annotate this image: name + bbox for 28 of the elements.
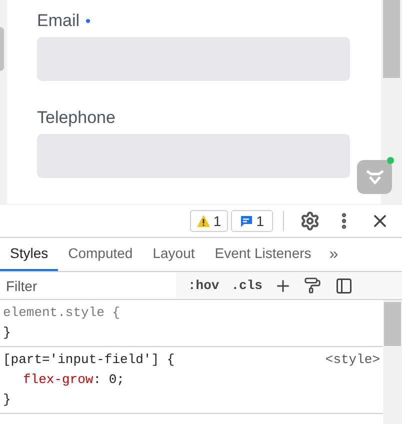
warning-icon (197, 215, 210, 227)
logo-icon (366, 169, 384, 185)
rule-selector: [part='input-field'] { (3, 351, 175, 369)
panel-tab[interactable]: Event Listeners (204, 238, 322, 271)
closing-brace: } (3, 324, 11, 342)
input-field[interactable] (37, 37, 350, 81)
rule-source-link[interactable]: <style> (325, 350, 380, 370)
scrollbar-thumb[interactable] (384, 302, 401, 346)
messages-button[interactable]: 1 (231, 210, 273, 232)
panel-tab[interactable]: Layout (142, 238, 205, 271)
filter-toggle[interactable]: .cls (231, 276, 262, 296)
style-declaration: flex-grow: 0; (23, 371, 124, 389)
input-field[interactable] (37, 134, 350, 178)
rule-selector: element.style { (3, 304, 120, 322)
scrollbar-thumb[interactable] (0, 27, 4, 71)
closing-brace: } (3, 391, 11, 409)
filter-toggle[interactable]: :hov (188, 276, 220, 296)
field-label: Telephone (37, 107, 116, 130)
message-icon (240, 214, 254, 228)
field-label: Email (37, 10, 80, 32)
warnings-button[interactable]: 1 (190, 210, 228, 232)
settings-icon[interactable] (300, 211, 320, 231)
sidebar-toggle-icon[interactable] (335, 276, 354, 294)
filter-field[interactable]: Filter (0, 272, 176, 298)
paint-roller-icon[interactable] (304, 277, 322, 294)
more-tabs-button[interactable]: » (321, 238, 346, 271)
scrollbar-thumb[interactable] (383, 0, 400, 78)
panel-tab[interactable]: Computed (58, 238, 143, 271)
